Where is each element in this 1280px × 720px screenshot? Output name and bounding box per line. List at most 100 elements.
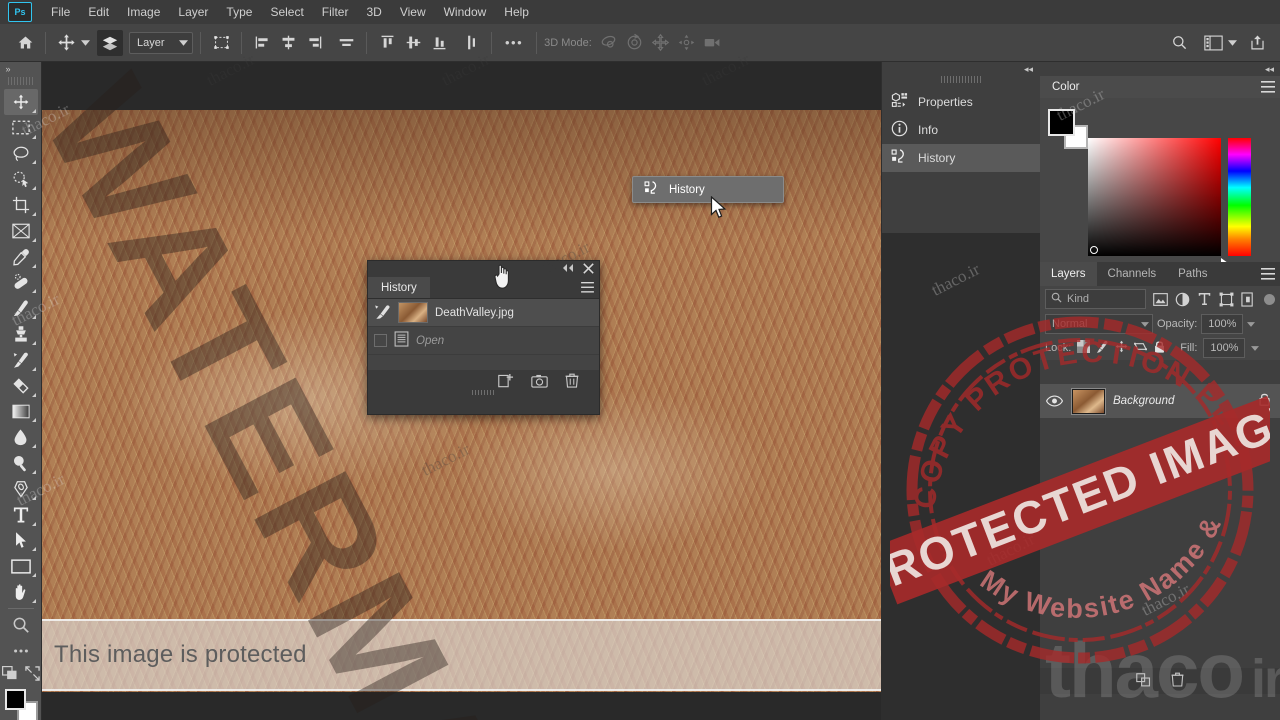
- menu-item-image[interactable]: Image: [118, 0, 169, 24]
- align-right-edges-icon[interactable]: [301, 30, 327, 56]
- layer-lock-icon[interactable]: [1258, 392, 1271, 410]
- edit-toolbar-button[interactable]: [4, 638, 38, 664]
- clone-stamp-tool[interactable]: [4, 321, 38, 347]
- dock-collapse-button[interactable]: ◂◂: [882, 62, 1040, 76]
- opacity-chevron-down-icon[interactable]: [1247, 321, 1256, 327]
- history-brush-tool[interactable]: [4, 347, 38, 373]
- history-snapshot-row[interactable]: DeathValley.jpg: [368, 299, 599, 327]
- gradient-tool[interactable]: [4, 399, 38, 425]
- path-selection-tool[interactable]: [4, 528, 38, 554]
- workspace-icon[interactable]: [1200, 30, 1226, 56]
- lock-artboard-nesting-icon[interactable]: [1134, 340, 1148, 356]
- align-horizontal-centers-icon[interactable]: [275, 30, 301, 56]
- menu-item-view[interactable]: View: [391, 0, 435, 24]
- menu-item-3d[interactable]: 3D: [357, 0, 390, 24]
- layer-row-background[interactable]: Background: [1040, 384, 1280, 418]
- share-icon[interactable]: [1244, 30, 1270, 56]
- spot-healing-brush-tool[interactable]: [4, 270, 38, 296]
- blur-tool[interactable]: [4, 424, 38, 450]
- menu-item-filter[interactable]: Filter: [313, 0, 358, 24]
- distribute-vertical-icon[interactable]: [458, 30, 484, 56]
- move-tool-icon[interactable]: [53, 30, 79, 56]
- layers-panel-menu-icon[interactable]: [1256, 262, 1280, 286]
- foreground-color-swatch[interactable]: [4, 688, 26, 710]
- color-swatches[interactable]: [4, 688, 38, 720]
- menu-item-select[interactable]: Select: [261, 0, 312, 24]
- align-left-edges-icon[interactable]: [249, 30, 275, 56]
- right-dock-collapse-button[interactable]: ◂◂: [1040, 62, 1280, 76]
- more-options-button[interactable]: •••: [499, 35, 529, 50]
- layer-thumbnail[interactable]: [1071, 387, 1106, 415]
- link-layers-icon[interactable]: [1136, 672, 1151, 690]
- auto-select-target-dropdown[interactable]: Layer: [129, 31, 193, 54]
- tab-channels[interactable]: Channels: [1096, 262, 1168, 286]
- slide-3d-icon[interactable]: [674, 30, 700, 56]
- orbit-3d-icon[interactable]: [596, 30, 622, 56]
- lock-image-pixels-icon[interactable]: [1096, 340, 1109, 356]
- lock-position-icon[interactable]: [1115, 340, 1128, 356]
- hand-tool[interactable]: [4, 579, 38, 605]
- pen-tool[interactable]: [4, 476, 38, 502]
- history-panel-menu-icon[interactable]: [575, 277, 599, 298]
- menu-item-help[interactable]: Help: [495, 0, 538, 24]
- filter-type-icon[interactable]: [1194, 289, 1214, 309]
- brush-tool[interactable]: [4, 295, 38, 321]
- history-panel-collapse-icon[interactable]: [562, 264, 574, 274]
- color-panel-swatches[interactable]: [1048, 109, 1088, 149]
- color-picker-field[interactable]: [1088, 138, 1221, 256]
- filter-pixel-icon[interactable]: [1150, 289, 1170, 309]
- floating-history-panel[interactable]: History DeathValley.jpg Open: [367, 260, 600, 415]
- toolbar-drag-grip[interactable]: [7, 77, 34, 86]
- align-vertical-centers-icon[interactable]: [400, 30, 426, 56]
- new-document-from-state-icon[interactable]: [498, 373, 514, 391]
- quick-mask-icon[interactable]: [1, 665, 19, 684]
- screen-mode-icon[interactable]: [24, 665, 40, 684]
- color-panel-foreground-swatch[interactable]: [1048, 109, 1075, 136]
- rectangular-marquee-tool[interactable]: [4, 115, 38, 141]
- align-bottom-edges-icon[interactable]: [426, 30, 452, 56]
- move-tool[interactable]: [3, 89, 38, 115]
- dock-item-info[interactable]: Info: [882, 116, 1040, 144]
- tab-history[interactable]: History: [368, 277, 430, 298]
- hue-slider[interactable]: [1228, 138, 1251, 256]
- lock-all-icon[interactable]: [1153, 340, 1166, 357]
- type-tool[interactable]: [4, 502, 38, 528]
- filter-toggle-icon[interactable]: [1264, 293, 1275, 305]
- dock-item-history[interactable]: History: [882, 144, 1040, 172]
- roll-3d-icon[interactable]: [622, 30, 648, 56]
- frame-tool[interactable]: [4, 218, 38, 244]
- lock-transparent-pixels-icon[interactable]: [1077, 340, 1091, 356]
- layer-visibility-eye-icon[interactable]: [1044, 395, 1064, 407]
- layer-name[interactable]: Background: [1113, 395, 1250, 407]
- fill-chevron-down-icon[interactable]: [1251, 345, 1260, 351]
- menu-item-layer[interactable]: Layer: [169, 0, 217, 24]
- workspace-chevron-down-icon[interactable]: [1226, 39, 1238, 46]
- delete-icon[interactable]: [565, 373, 579, 391]
- menu-item-window[interactable]: Window: [435, 0, 496, 24]
- zoom-tool[interactable]: [4, 612, 38, 638]
- history-state-row-open[interactable]: Open: [368, 327, 599, 355]
- dodge-tool[interactable]: [4, 450, 38, 476]
- opacity-input[interactable]: 100%: [1201, 314, 1244, 334]
- toolbar-collapse-button[interactable]: »: [0, 62, 42, 75]
- zoom-3d-camera-icon[interactable]: [700, 30, 726, 56]
- layer-filter-kind-dropdown[interactable]: Kind: [1045, 289, 1146, 309]
- home-icon[interactable]: [12, 30, 38, 56]
- tab-layers[interactable]: Layers: [1040, 262, 1097, 286]
- menu-item-edit[interactable]: Edit: [79, 0, 118, 24]
- history-flyout-tooltip[interactable]: History: [632, 176, 784, 203]
- history-panel-close-icon[interactable]: [583, 262, 594, 276]
- align-top-edges-icon[interactable]: [374, 30, 400, 56]
- pan-3d-icon[interactable]: [648, 30, 674, 56]
- eyedropper-tool[interactable]: [4, 244, 38, 270]
- rectangle-tool[interactable]: [4, 553, 38, 579]
- eraser-tool[interactable]: [4, 373, 38, 399]
- photoshop-logo-icon[interactable]: Ps: [8, 2, 32, 22]
- dock-drag-grip[interactable]: [941, 76, 981, 83]
- new-snapshot-icon[interactable]: [531, 374, 548, 391]
- auto-select-layers-stack-icon[interactable]: [97, 29, 123, 56]
- lasso-tool[interactable]: [4, 141, 38, 167]
- history-panel-resize-grip[interactable]: [471, 390, 496, 395]
- dock-item-properties[interactable]: Properties: [882, 88, 1040, 116]
- blend-mode-dropdown[interactable]: Normal: [1045, 314, 1153, 334]
